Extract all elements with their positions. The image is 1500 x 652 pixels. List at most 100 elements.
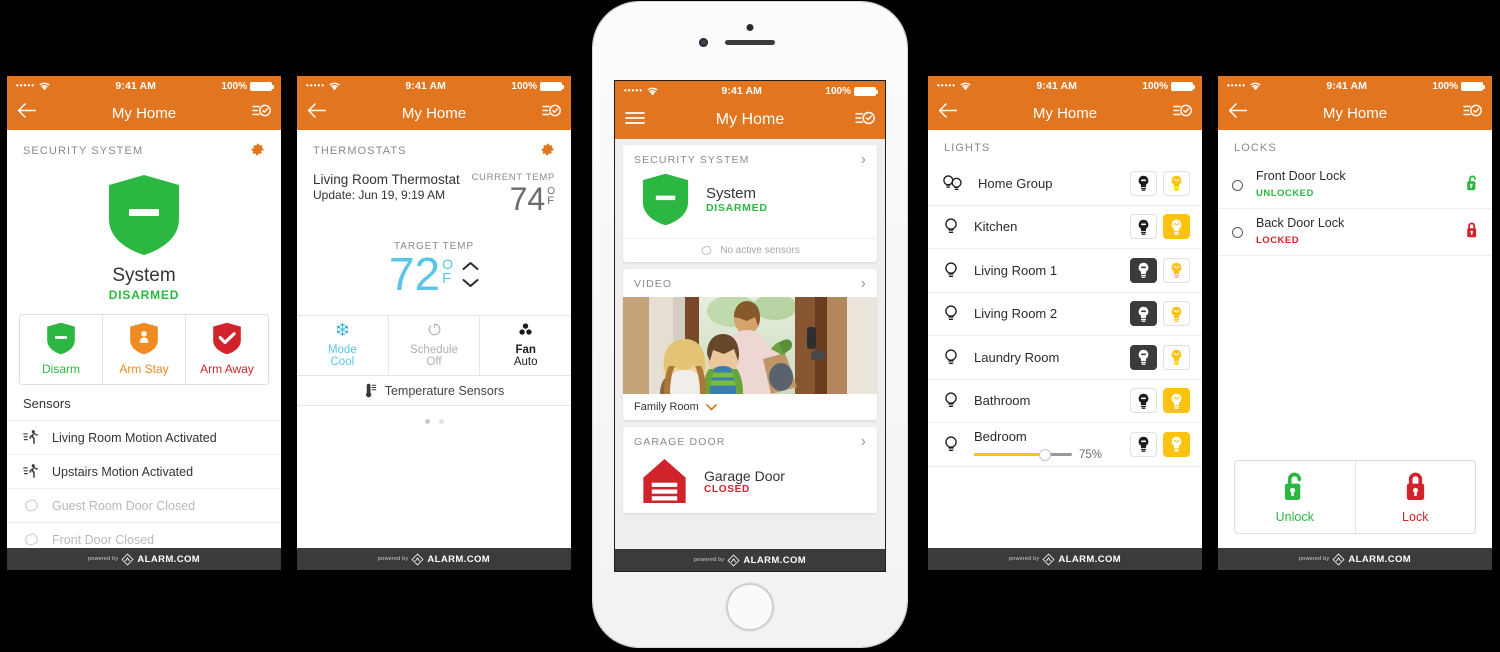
- back-button[interactable]: [307, 103, 327, 123]
- light-on-button[interactable]: [1163, 388, 1190, 414]
- temperature-sensors-row[interactable]: Temperature Sensors: [297, 376, 571, 407]
- back-button[interactable]: [17, 103, 37, 123]
- light-off-button[interactable]: [1130, 301, 1157, 327]
- arm-stay-button[interactable]: Arm Stay: [103, 315, 186, 384]
- activity-list-button[interactable]: [855, 110, 875, 131]
- card-security-system[interactable]: SECURITY SYSTEM › System DISARMED No act…: [623, 145, 877, 262]
- list-check-icon: [252, 104, 271, 117]
- page-dot[interactable]: [438, 419, 444, 425]
- temp-increase-button[interactable]: [462, 261, 479, 271]
- sensor-row[interactable]: Front Door Closed: [7, 522, 281, 548]
- gear-icon: [541, 143, 554, 156]
- activity-list-button[interactable]: [1463, 103, 1482, 123]
- light-row[interactable]: Bathroom: [928, 380, 1202, 423]
- light-name: Laundry Room: [974, 349, 1060, 365]
- back-arrow-icon: [17, 103, 37, 118]
- brand-label: ALARM.COM: [427, 553, 491, 565]
- chevron-right-icon[interactable]: ›: [861, 152, 866, 168]
- light-row[interactable]: Home Group: [928, 162, 1202, 206]
- bulb-off-icon: [1138, 393, 1149, 409]
- light-row[interactable]: Living Room 1: [928, 249, 1202, 293]
- page-title: My Home: [715, 111, 785, 128]
- home-button[interactable]: [726, 583, 774, 631]
- chevron-right-icon[interactable]: ›: [861, 276, 866, 292]
- light-on-button[interactable]: [1163, 301, 1190, 327]
- carrier-signal-dots: •••••: [1227, 81, 1247, 90]
- lock-select-radio[interactable]: [1232, 179, 1243, 191]
- lock-select-radio[interactable]: [1232, 226, 1243, 238]
- card-title: GARAGE DOOR: [634, 436, 726, 448]
- arm-away-button[interactable]: Arm Away: [186, 315, 268, 384]
- sensor-row[interactable]: Upstairs Motion Activated: [7, 454, 281, 488]
- system-status[interactable]: System DISARMED: [7, 168, 281, 302]
- alarm-dot-com-logo: powered by ALARM.COM: [378, 553, 490, 566]
- disarm-button[interactable]: Disarm: [20, 315, 103, 384]
- light-row[interactable]: Living Room 2: [928, 293, 1202, 336]
- light-off-button[interactable]: [1130, 170, 1157, 196]
- lock-state: LOCKED: [1256, 235, 1300, 246]
- temp-decrease-button[interactable]: [462, 278, 479, 288]
- sensors-title: Sensors: [23, 396, 71, 411]
- status-bar: ••••• 9:41 AM 100%: [297, 76, 571, 96]
- sensor-row[interactable]: Guest Room Door Closed: [7, 488, 281, 522]
- light-on-button[interactable]: [1163, 214, 1190, 240]
- list-check-icon: [1173, 104, 1192, 117]
- light-row[interactable]: Kitchen: [928, 206, 1202, 249]
- battery-icon: [539, 81, 564, 91]
- dimmer-slider[interactable]: [974, 448, 1072, 461]
- back-arrow-icon: [1228, 103, 1248, 118]
- dimmer-control[interactable]: 75%: [974, 448, 1103, 461]
- light-off-button[interactable]: [1130, 431, 1157, 457]
- thermostat-update: Update: Jun 19, 9:19 AM: [313, 188, 446, 202]
- dimmer-value-label: 75%: [1079, 448, 1103, 461]
- activity-list-button[interactable]: [542, 103, 561, 123]
- back-button[interactable]: [938, 103, 958, 123]
- activity-list-button[interactable]: [1173, 103, 1192, 123]
- light-name: Home Group: [978, 175, 1053, 191]
- chevron-right-icon[interactable]: ›: [861, 434, 866, 450]
- lock-row[interactable]: Front Door Lock UNLOCKED: [1218, 162, 1492, 209]
- lock-button[interactable]: Lock: [1356, 461, 1476, 533]
- bulb-icon: [945, 305, 957, 321]
- settings-gear-button[interactable]: [250, 142, 265, 160]
- camera-selector[interactable]: Family Room: [623, 394, 877, 420]
- nav-bar: My Home: [7, 96, 281, 130]
- page-dot-active[interactable]: [424, 419, 430, 425]
- light-on-button[interactable]: [1163, 344, 1190, 370]
- chevron-down-icon: [705, 403, 717, 410]
- activity-list-button[interactable]: [252, 103, 271, 123]
- light-on-button[interactable]: [1163, 257, 1190, 283]
- carrier-signal-dots: •••••: [937, 81, 957, 90]
- fan-button[interactable]: Fan Auto: [480, 316, 571, 375]
- light-row[interactable]: Laundry Room: [928, 336, 1202, 380]
- section-header-thermostats: THERMOSTATS: [297, 130, 571, 168]
- light-on-button[interactable]: [1163, 431, 1190, 457]
- back-button[interactable]: [1228, 103, 1248, 123]
- fan-line1: Fan: [515, 344, 536, 357]
- unlock-button[interactable]: Unlock: [1235, 461, 1356, 533]
- settings-gear-button[interactable]: [540, 142, 555, 160]
- light-off-button[interactable]: [1130, 257, 1157, 283]
- light-row[interactable]: Bedroom 75%: [928, 423, 1202, 467]
- sensor-row[interactable]: Living Room Motion Activated: [7, 420, 281, 454]
- light-off-button[interactable]: [1130, 214, 1157, 240]
- camera-thumbnail[interactable]: [623, 297, 877, 394]
- light-on-button[interactable]: [1163, 170, 1190, 196]
- schedule-button[interactable]: Schedule Off: [389, 316, 481, 376]
- lock-row[interactable]: Back Door Lock LOCKED: [1218, 209, 1492, 256]
- lock-state: UNLOCKED: [1256, 188, 1314, 199]
- card-video[interactable]: VIDEO › Family Room: [623, 269, 877, 420]
- bulb-on-icon: [1171, 350, 1182, 366]
- status-bar: ••••• 9:41 AM 100%: [1218, 76, 1492, 96]
- camera-name: Family Room: [634, 401, 699, 413]
- mode-button[interactable]: Mode Cool: [297, 316, 389, 376]
- system-state: DISARMED: [108, 288, 180, 302]
- light-off-button[interactable]: [1130, 344, 1157, 370]
- menu-button[interactable]: [625, 111, 645, 130]
- light-off-button[interactable]: [1130, 388, 1157, 414]
- status-bar: ••••• 9:41 AM 100%: [615, 81, 885, 101]
- temp-unit: F: [547, 195, 554, 207]
- phone-screen-security: ••••• 9:41 AM 100% My Home SECURITY SYST…: [7, 76, 281, 570]
- card-garage-door[interactable]: GARAGE DOOR › Garage Door CLOSED: [623, 427, 877, 513]
- contact-sensor-icon: [25, 499, 38, 512]
